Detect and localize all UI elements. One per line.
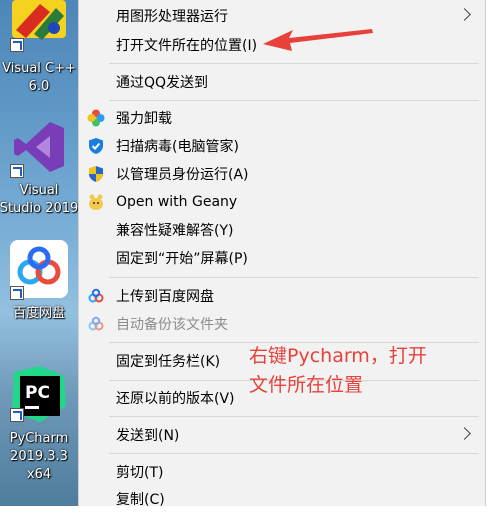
menu-separator (109, 100, 479, 101)
menu-item-force-uninstall[interactable]: 强力卸载 (79, 104, 485, 132)
annotation-text-line1: 右键Pycharm，打开 (249, 345, 427, 367)
menu-item-label: 还原以前的版本(V) (116, 391, 235, 407)
menu-item-label: 打开文件所在的位置(I) (116, 38, 258, 54)
shortcut-arrow-icon (10, 38, 24, 52)
baidu-netdisk-small-icon (87, 315, 105, 333)
desktop-icon-label: PyCharm (9, 431, 69, 446)
shortcut-arrow-icon (10, 286, 24, 300)
desktop-icon-label: 2019.3.3 (10, 449, 68, 464)
menu-item-copy[interactable]: 复制(C) (79, 485, 485, 513)
menu-item-label: 发送到(N) (116, 428, 180, 444)
svg-text:PC: PC (25, 383, 50, 403)
menu-separator (109, 63, 479, 64)
desktop-icon-label: Studio 2019 (0, 201, 78, 216)
annotation-text-line2: 文件所在位置 (249, 374, 364, 396)
menu-item-label: 通过QQ发送到 (116, 75, 209, 91)
menu-item-label: Open with Geany (116, 194, 238, 210)
menu-item-label: 以管理员身份运行(A) (116, 167, 249, 183)
menu-separator (109, 453, 479, 454)
menu-item-send-via-qq[interactable]: 通过QQ发送到 (79, 68, 485, 96)
desktop-icon-label: 百度网盘 (12, 306, 65, 321)
chevron-right-icon (458, 427, 471, 440)
menu-item-label: 固定到“开始”屏幕(P) (116, 251, 248, 267)
menu-item-label: 上传到百度网盘 (116, 289, 214, 305)
shield-check-icon (87, 137, 105, 155)
desktop-icon-label: 6.0 (28, 79, 50, 94)
menu-item-cut[interactable]: 剪切(T) (79, 458, 485, 486)
menu-separator (109, 416, 479, 417)
geany-icon (87, 193, 105, 211)
desktop-icon-label: x64 (26, 467, 52, 482)
menu-item-open-with-geany[interactable]: Open with Geany (79, 188, 485, 216)
chevron-right-icon (458, 8, 471, 21)
menu-item-run-as-admin[interactable]: 以管理员身份运行(A) (79, 160, 485, 188)
menu-item-send-to[interactable]: 发送到(N) (79, 421, 485, 449)
menu-item-label: 用图形处理器运行 (116, 9, 228, 25)
menu-item-label: 剪切(T) (116, 465, 164, 481)
menu-item-label: 复制(C) (116, 492, 165, 508)
desktop-icon-label: Visual C++ (2, 61, 76, 76)
menu-item-scan-virus[interactable]: 扫描病毒(电脑管家) (79, 132, 485, 160)
shortcut-arrow-icon (10, 164, 24, 178)
shortcut-arrow-icon (10, 408, 24, 422)
menu-item-auto-backup-folder[interactable]: 自动备份该文件夹 (79, 310, 485, 338)
menu-separator (109, 277, 479, 278)
menu-item-pin-to-start[interactable]: 固定到“开始”屏幕(P) (79, 244, 485, 272)
baidu-netdisk-small-icon (87, 287, 105, 305)
uac-shield-icon (87, 165, 105, 183)
desktop-icon-label: Visual (19, 183, 59, 198)
menu-item-upload-baidu[interactable]: 上传到百度网盘 (79, 282, 485, 310)
menu-item-open-file-location[interactable]: 打开文件所在的位置(I) (79, 31, 485, 59)
menu-item-label: 强力卸载 (116, 111, 172, 127)
menu-item-run-with-gpu[interactable]: 用图形处理器运行 (79, 2, 485, 30)
menu-item-label: 固定到任务栏(K) (116, 354, 221, 370)
menu-item-label: 扫描病毒(电脑管家) (116, 139, 239, 155)
menu-item-compatibility-troubleshoot[interactable]: 兼容性疑难解答(Y) (79, 216, 485, 244)
menu-item-label: 自动备份该文件夹 (116, 317, 228, 333)
context-menu: 用图形处理器运行 打开文件所在的位置(I) 通过QQ发送到 强力卸载 扫描病毒(… (78, 0, 486, 508)
flower-uninstall-icon (87, 109, 105, 127)
desktop-background: Visual C++ 6.0 Visual Studio 2019 百度网盘 P… (0, 0, 78, 506)
menu-item-label: 兼容性疑难解答(Y) (116, 223, 234, 239)
